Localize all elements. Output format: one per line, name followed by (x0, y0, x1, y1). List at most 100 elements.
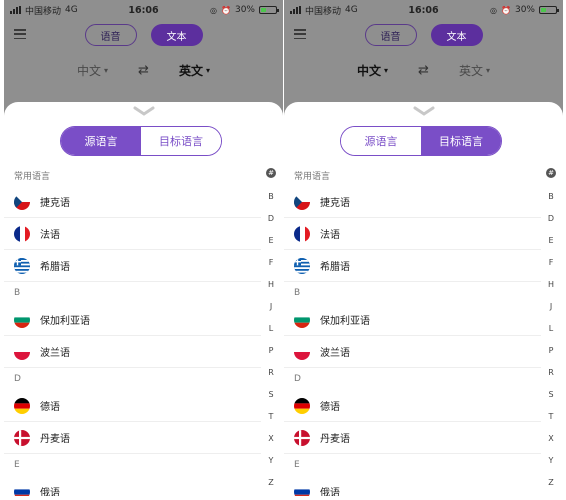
language-item-polish[interactable]: 波兰语 (284, 336, 541, 368)
index-letter[interactable]: H (548, 274, 554, 296)
denmark-flag-icon (294, 429, 310, 446)
text-mode-button[interactable]: 文本 (430, 24, 483, 46)
index-letter[interactable]: L (549, 318, 553, 340)
screenshot-stage: 中国移动 4G 16:06 ◎ ⏰ 30% 语音 文本 中文▾ ⇄ 英文▾ (0, 0, 566, 500)
index-letter[interactable]: Z (268, 472, 273, 494)
index-letter[interactable]: R (548, 362, 554, 384)
index-letter[interactable]: Z (548, 472, 553, 494)
index-letter[interactable]: F (269, 252, 274, 274)
language-item-czech[interactable]: 捷克语 (284, 186, 541, 218)
index-letter[interactable]: B (268, 186, 274, 208)
index-letter[interactable]: B (548, 186, 554, 208)
russia-flag-icon (14, 483, 30, 496)
battery-percent: 30% (234, 5, 255, 15)
index-letter[interactable]: E (548, 230, 553, 252)
index-letter[interactable]: Y (549, 450, 554, 472)
section-header-e: E (294, 460, 300, 470)
index-letter[interactable]: D (268, 208, 274, 230)
chevron-down-icon: ▾ (104, 66, 109, 75)
swap-arrows-icon[interactable]: ⇄ (418, 63, 429, 78)
phone-source-language-view: 中国移动 4G 16:06 ◎ ⏰ 30% 语音 文本 中文▾ ⇄ 英文▾ (4, 0, 283, 496)
alphabet-index: # B D E F H J L P R S T X Y Z (545, 168, 557, 494)
index-letter[interactable]: E (268, 230, 273, 252)
index-hash[interactable]: # (266, 168, 276, 178)
tab-target-language[interactable]: 目标语言 (421, 127, 501, 155)
language-list: 常用语言 捷克语 法语 希腊语 B 保加利亚语 波兰语 D 德语 丹麦语 E 俄… (4, 164, 283, 496)
index-letter[interactable]: J (270, 296, 272, 318)
voice-mode-button[interactable]: 语音 (364, 24, 417, 46)
tab-target-language[interactable]: 目标语言 (141, 127, 221, 155)
chevron-down-icon: ▾ (205, 66, 210, 75)
index-letter[interactable]: S (548, 384, 553, 406)
status-bar: 中国移动 4G 16:06 ◎ ⏰ 30% (4, 0, 283, 20)
index-letter[interactable]: X (548, 428, 553, 450)
alarm-icon: ⏰ (221, 5, 231, 15)
germany-flag-icon (294, 397, 310, 414)
text-mode-button[interactable]: 文本 (150, 24, 203, 46)
language-item-czech[interactable]: 捷克语 (4, 186, 261, 218)
language-item-polish[interactable]: 波兰语 (4, 336, 261, 368)
language-item-greek[interactable]: 希腊语 (4, 250, 261, 282)
carrier-label: 中国移动 (305, 6, 342, 17)
index-letter[interactable]: H (268, 274, 274, 296)
index-letter[interactable]: R (268, 362, 274, 384)
index-letter[interactable]: T (549, 406, 554, 428)
index-letter[interactable]: T (269, 406, 274, 428)
top-bar: 语音 文本 (284, 20, 563, 50)
language-item-danish[interactable]: 丹麦语 (4, 422, 261, 454)
index-letter[interactable]: J (550, 296, 552, 318)
signal-icon (10, 6, 21, 14)
collapse-chevron-icon[interactable] (413, 106, 435, 116)
bulgaria-flag-icon (294, 311, 310, 328)
index-letter[interactable]: D (548, 208, 554, 230)
language-item-german[interactable]: 德语 (4, 390, 261, 422)
poland-flag-icon (14, 343, 30, 360)
lock-rotation-icon: ◎ (490, 5, 498, 15)
network-label: 4G (65, 5, 78, 15)
germany-flag-icon (14, 397, 30, 414)
battery-icon (539, 6, 559, 14)
greece-flag-icon (294, 257, 310, 274)
source-language-dropdown[interactable]: 中文 ▾ (77, 62, 108, 79)
language-item-greek[interactable]: 希腊语 (284, 250, 541, 282)
section-header-common: 常用语言 (14, 171, 51, 182)
voice-mode-button[interactable]: 语音 (84, 24, 137, 46)
index-hash[interactable]: # (546, 168, 556, 178)
index-letter[interactable]: P (269, 340, 274, 362)
language-item-bulgarian[interactable]: 保加利亚语 (4, 304, 261, 336)
greece-flag-icon (14, 257, 30, 274)
france-flag-icon (294, 225, 310, 242)
language-picker-sheet: 源语言 目标语言 常用语言 捷克语 法语 希腊语 B 保加利亚语 波兰语 D 德… (284, 102, 563, 496)
target-language-dropdown[interactable]: 英文 ▾ (179, 62, 210, 79)
index-letter[interactable]: F (549, 252, 554, 274)
tab-source-language[interactable]: 源语言 (61, 127, 141, 155)
language-item-russian[interactable]: 俄语 (4, 476, 261, 496)
index-letter[interactable]: X (268, 428, 273, 450)
index-letter[interactable]: Y (269, 450, 274, 472)
language-item-danish[interactable]: 丹麦语 (284, 422, 541, 454)
index-letter[interactable]: P (549, 340, 554, 362)
language-selector: 中文 ▾ ⇄ 英文 ▾ (284, 62, 563, 79)
language-type-toggle: 源语言 目标语言 (340, 126, 502, 156)
index-letter[interactable]: L (269, 318, 273, 340)
language-item-french[interactable]: 法语 (4, 218, 261, 250)
language-selector: 中文 ▾ ⇄ 英文 ▾ (4, 62, 283, 79)
language-list: 常用语言 捷克语 法语 希腊语 B 保加利亚语 波兰语 D 德语 丹麦语 E 俄… (284, 164, 563, 496)
poland-flag-icon (294, 343, 310, 360)
index-letter[interactable]: S (268, 384, 273, 406)
target-language-dropdown[interactable]: 英文 ▾ (459, 62, 490, 79)
section-header-d: D (14, 374, 21, 384)
section-header-common: 常用语言 (294, 171, 331, 182)
denmark-flag-icon (14, 429, 30, 446)
language-item-german[interactable]: 德语 (284, 390, 541, 422)
chevron-down-icon: ▾ (485, 66, 490, 75)
language-item-bulgarian[interactable]: 保加利亚语 (284, 304, 541, 336)
collapse-chevron-icon[interactable] (133, 106, 155, 116)
tab-source-language[interactable]: 源语言 (341, 127, 421, 155)
source-language-dropdown[interactable]: 中文 ▾ (357, 62, 388, 79)
language-item-french[interactable]: 法语 (284, 218, 541, 250)
battery-icon (259, 6, 279, 14)
section-header-d: D (294, 374, 301, 384)
swap-arrows-icon[interactable]: ⇄ (138, 63, 149, 78)
language-item-russian[interactable]: 俄语 (284, 476, 541, 496)
